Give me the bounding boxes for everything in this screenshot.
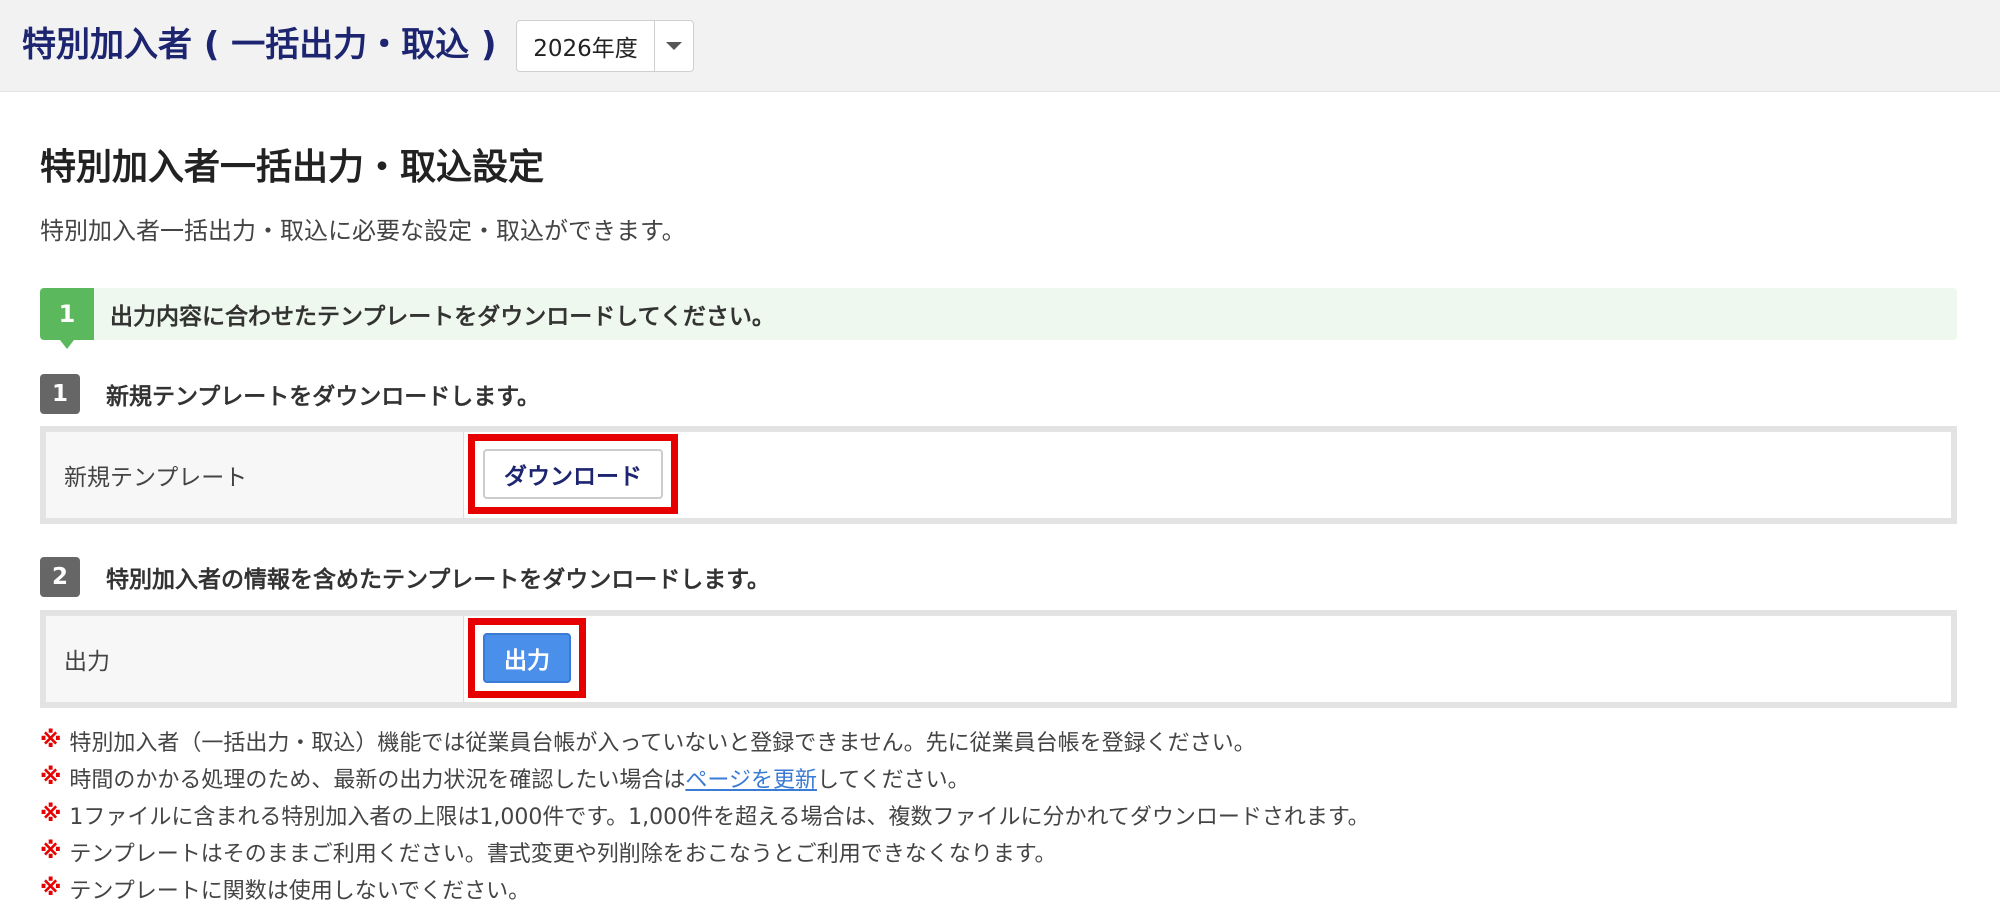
row-action-cell: 出力 [464,616,1951,702]
note-item: ※ 時間のかかる処理のため、最新の出力状況を確認したい場合は ページを更新 してくだ… [40,759,1940,796]
note-item: ※ テンプレートはそのままご利用ください。書式変更や列削除をおこなうとご利用でき… [40,833,1940,870]
step-number-badge: 1 [40,288,94,349]
highlight-box: 出力 [468,618,586,698]
dropdown-toggle[interactable] [655,21,693,71]
export-button[interactable]: 出力 [483,633,571,683]
substep-title: 特別加入者の情報を含めたテンプレートをダウンロードします。 [106,567,771,593]
refresh-page-link[interactable]: ページを更新 [685,762,817,794]
highlight-box: ダウンロード [468,434,678,514]
substep-2-heading: 2 特別加入者の情報を含めたテンプレートをダウンロードします。 [40,557,770,597]
note-item: ※ 1ファイルに含まれる特別加入者の上限は1,000件です。1,000件を超える… [40,796,1940,833]
notes-list: ※ 特別加入者（一括出力・取込）機能では従業員台帳が入っていないと登録できません… [40,722,1940,907]
note-text: 1ファイルに含まれる特別加入者の上限は1,000件です。1,000件を超える場合… [69,804,1370,830]
substep-1-heading: 1 新規テンプレートをダウンロードします。 [40,374,540,414]
substep-number-badge: 2 [40,557,80,597]
chevron-down-icon [666,42,682,50]
note-mark: ※ [40,728,62,753]
note-item: ※ テンプレートに関数は使用しないでください。 [40,870,1940,907]
note-mark: ※ [40,802,62,827]
substep-number-badge: 1 [40,374,80,414]
note-mark: ※ [40,876,62,901]
note-text: テンプレートはそのままご利用ください。書式変更や列削除をおこなうとご利用できなく… [69,841,1057,867]
row-label: 新規テンプレート [46,432,464,518]
step-instruction: 出力内容に合わせたテンプレートをダウンロードしてください。 [110,304,775,330]
page-description: 特別加入者一括出力・取込に必要な設定・取込ができます。 [40,217,686,245]
step-1-banner: 1 出力内容に合わせたテンプレートをダウンロードしてください。 [40,288,1957,349]
export-row: 出力 出力 [40,610,1957,708]
app-title: 特別加入者 ( 一括出力・取込 ) [22,25,497,65]
page-title: 特別加入者一括出力・取込設定 [40,147,545,188]
note-mark: ※ [40,765,62,790]
top-bar: 特別加入者 ( 一括出力・取込 ) 2026年度 [0,0,2000,92]
fiscal-year-select[interactable]: 2026年度 [516,20,694,72]
download-button[interactable]: ダウンロード [483,449,663,499]
note-text: 特別加入者（一括出力・取込）機能では従業員台帳が入っていないと登録できません。先… [69,730,1256,756]
row-label: 出力 [46,616,464,702]
note-mark: ※ [40,839,62,864]
row-action-cell: ダウンロード [464,432,1951,518]
note-text-before: 時間のかかる処理のため、最新の出力状況を確認したい場合は [69,767,686,793]
fiscal-year-value: 2026年度 [517,21,655,71]
new-template-row: 新規テンプレート ダウンロード [40,426,1957,524]
note-item: ※ 特別加入者（一括出力・取込）機能では従業員台帳が入っていないと登録できません… [40,722,1940,759]
note-text: テンプレートに関数は使用しないでください。 [69,878,531,904]
note-text-after: してください。 [816,767,970,793]
substep-title: 新規テンプレートをダウンロードします。 [106,384,541,410]
